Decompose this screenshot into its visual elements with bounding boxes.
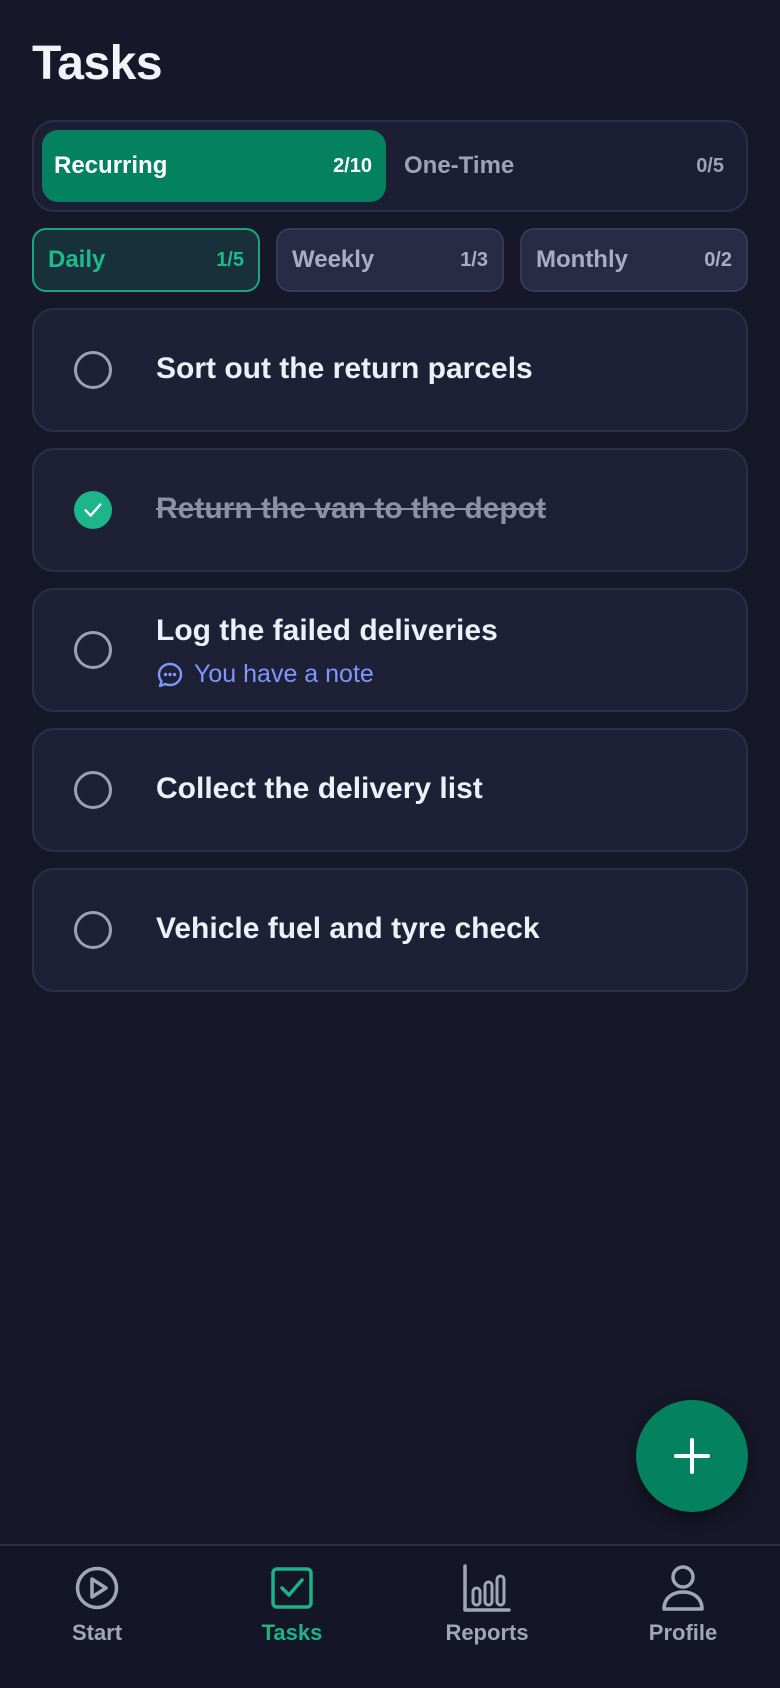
- segment-one-time[interactable]: One-Time 0/5: [392, 130, 736, 202]
- add-task-button[interactable]: [636, 1400, 748, 1512]
- task-checkbox[interactable]: [74, 351, 112, 389]
- note-text: You have a note: [194, 660, 374, 688]
- task-item[interactable]: Return the van to the depot: [32, 448, 748, 572]
- check-square-icon: [271, 1567, 313, 1609]
- task-checkbox[interactable]: [74, 771, 112, 809]
- task-checkbox-checked[interactable]: [74, 491, 112, 529]
- nav-start[interactable]: Start: [17, 1562, 177, 1662]
- bar-chart-icon: [463, 1564, 511, 1612]
- task-item[interactable]: Collect the delivery list: [32, 728, 748, 852]
- play-circle-icon: [75, 1566, 119, 1610]
- filter-count: 1/3: [460, 248, 488, 271]
- nav-label: Profile: [648, 1620, 718, 1645]
- filter-count: 1/5: [216, 248, 244, 271]
- task-type-segmented-control: Recurring 2/10 One-Time 0/5: [32, 120, 748, 212]
- segment-label: One-Time: [404, 152, 515, 179]
- task-item[interactable]: Log the failed deliveries You have a not…: [32, 588, 748, 712]
- nav-label: Tasks: [261, 1620, 323, 1645]
- filter-daily[interactable]: Daily 1/5: [32, 228, 260, 292]
- task-item[interactable]: Sort out the return parcels: [32, 308, 748, 432]
- nav-label: Reports: [445, 1620, 529, 1645]
- filter-label: Weekly: [292, 246, 375, 273]
- task-title: Return the van to the depot: [156, 492, 546, 525]
- plus-icon: [674, 1438, 710, 1474]
- nav-reports[interactable]: Reports: [407, 1562, 567, 1662]
- segment-count: 2/10: [333, 154, 372, 177]
- page-title: Tasks: [32, 37, 163, 90]
- task-title: Log the failed deliveries: [156, 614, 498, 647]
- chat-bubble-icon: [157, 662, 183, 687]
- task-note-indicator[interactable]: You have a note: [156, 660, 374, 689]
- segment-count: 0/5: [696, 154, 724, 177]
- user-icon: [662, 1565, 704, 1611]
- task-title: Sort out the return parcels: [156, 352, 533, 385]
- nav-label: Start: [71, 1620, 123, 1645]
- filter-label: Monthly: [536, 246, 628, 273]
- task-title: Collect the delivery list: [156, 772, 483, 805]
- task-title: Vehicle fuel and tyre check: [156, 912, 540, 945]
- filter-count: 0/2: [704, 248, 732, 271]
- filter-monthly[interactable]: Monthly 0/2: [520, 228, 748, 292]
- filter-weekly[interactable]: Weekly 1/3: [276, 228, 504, 292]
- bottom-navigation: Start Tasks Reports Profile: [0, 1544, 780, 1688]
- task-item[interactable]: Vehicle fuel and tyre check: [32, 868, 748, 992]
- nav-profile[interactable]: Profile: [603, 1562, 763, 1662]
- task-checkbox[interactable]: [74, 911, 112, 949]
- segment-label: Recurring: [54, 152, 168, 179]
- filter-label: Daily: [48, 246, 106, 273]
- segment-recurring[interactable]: Recurring 2/10: [42, 130, 386, 202]
- nav-tasks[interactable]: Tasks: [212, 1562, 372, 1662]
- task-checkbox[interactable]: [74, 631, 112, 669]
- checkmark-icon: [84, 503, 102, 517]
